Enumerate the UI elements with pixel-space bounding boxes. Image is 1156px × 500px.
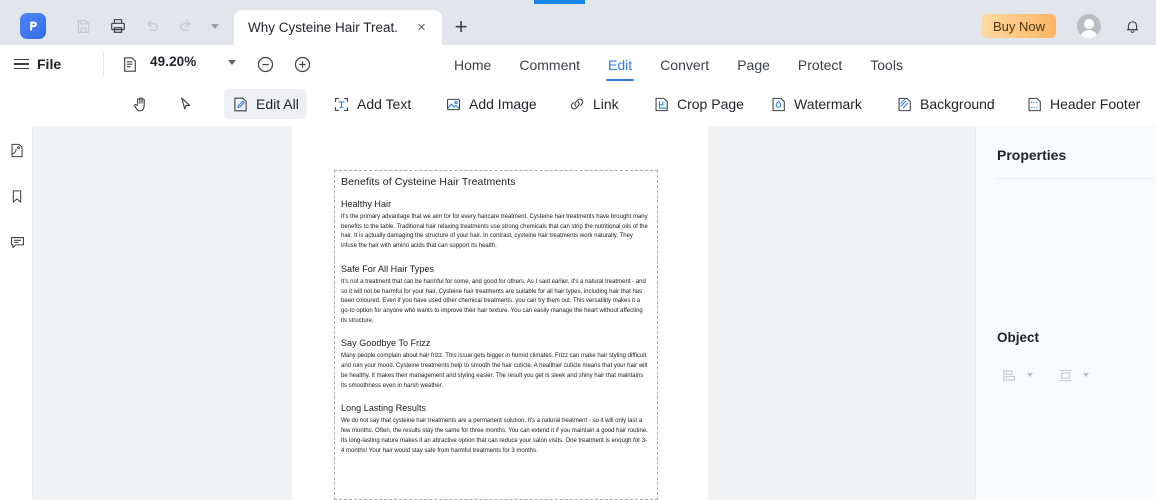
tab-convert-label: Convert bbox=[660, 57, 710, 73]
ribbon-tabs: Home Comment Edit Convert Page Protect T… bbox=[440, 52, 917, 81]
add-text-label: Add Text bbox=[357, 96, 412, 112]
tab-protect-label: Protect bbox=[797, 57, 843, 73]
edit-all-icon bbox=[232, 96, 249, 113]
add-text-button[interactable]: Add Text bbox=[325, 89, 419, 119]
watermark-icon bbox=[770, 96, 787, 113]
notification-bell-icon[interactable] bbox=[1120, 14, 1144, 38]
link-label: Link bbox=[593, 96, 619, 112]
pdf-editor-window: Why Cysteine Hair Treat... × + Buy Now F… bbox=[0, 0, 1156, 500]
watermark-button[interactable]: Watermark bbox=[762, 89, 870, 119]
left-rail bbox=[0, 126, 33, 500]
distribute-objects-icon[interactable] bbox=[1052, 364, 1078, 386]
undo-icon[interactable] bbox=[141, 15, 163, 37]
panel-divider bbox=[997, 178, 1156, 179]
section-body: It's not a treatment that can be harmful… bbox=[341, 278, 646, 324]
new-tab-button[interactable]: + bbox=[450, 16, 472, 38]
section-heading: Long Lasting Results bbox=[341, 403, 427, 414]
workspace: Benefits of Cysteine Hair Treatments Hea… bbox=[0, 126, 1156, 500]
tab-page[interactable]: Page bbox=[723, 52, 784, 78]
close-icon[interactable]: × bbox=[414, 20, 429, 35]
document-tab[interactable]: Why Cysteine Hair Treat... × bbox=[234, 10, 442, 45]
zoom-level-value[interactable]: 49.20% bbox=[150, 54, 196, 69]
select-tool-button[interactable] bbox=[170, 89, 201, 119]
tab-convert[interactable]: Convert bbox=[646, 52, 723, 78]
object-section-label: Object bbox=[997, 330, 1040, 345]
zoom-in-button[interactable] bbox=[292, 54, 313, 75]
crop-page-icon bbox=[653, 96, 670, 113]
zoom-dropdown-caret-icon[interactable] bbox=[228, 60, 236, 65]
edit-all-button[interactable]: Edit All bbox=[224, 89, 307, 119]
chevron-down-icon[interactable] bbox=[204, 15, 226, 37]
comment-icon[interactable] bbox=[6, 231, 28, 253]
section-body: It's the primary advantage that we aim f… bbox=[341, 214, 648, 250]
object-tools-row bbox=[996, 364, 1103, 386]
section-heading: Safe For All Hair Types bbox=[341, 263, 435, 274]
distribute-dropdown-caret-icon[interactable] bbox=[1083, 373, 1089, 377]
crop-page-label: Crop Page bbox=[677, 96, 744, 112]
pdf-page[interactable]: Benefits of Cysteine Hair Treatments Hea… bbox=[292, 126, 708, 500]
section-body: We do not say that cysteine hair treatme… bbox=[341, 418, 648, 454]
document-title: Benefits of Cysteine Hair Treatments bbox=[341, 176, 516, 188]
background-label: Background bbox=[920, 96, 995, 112]
edit-toolbar: Edit All Add Text Add Image Link Crop Pa… bbox=[0, 83, 1156, 199]
tab-edit[interactable]: Edit bbox=[594, 52, 646, 81]
background-button[interactable]: Background bbox=[888, 89, 1003, 119]
tab-comment-label: Comment bbox=[519, 57, 581, 73]
add-image-button[interactable]: Add Image bbox=[437, 89, 545, 119]
edit-all-label: Edit All bbox=[256, 96, 299, 112]
properties-panel: Properties Object bbox=[975, 126, 1156, 500]
properties-panel-title: Properties bbox=[997, 147, 1067, 163]
title-bar: Why Cysteine Hair Treat... × + Buy Now bbox=[0, 4, 1156, 45]
hamburger-icon bbox=[14, 58, 29, 70]
editable-text-block[interactable]: Benefits of Cysteine Hair Treatments Hea… bbox=[334, 170, 658, 500]
print-icon[interactable] bbox=[107, 15, 129, 37]
file-menu-button[interactable]: File bbox=[14, 54, 61, 74]
zoom-out-button[interactable] bbox=[255, 54, 276, 75]
section-heading: Healthy Hair bbox=[341, 199, 392, 209]
tab-comment[interactable]: Comment bbox=[505, 52, 594, 78]
link-icon bbox=[568, 95, 586, 113]
add-image-icon bbox=[445, 96, 462, 113]
background-icon bbox=[896, 96, 913, 113]
hand-tool-button[interactable] bbox=[125, 89, 156, 119]
user-avatar-icon[interactable] bbox=[1077, 14, 1101, 38]
align-dropdown-caret-icon[interactable] bbox=[1027, 373, 1033, 377]
tab-protect[interactable]: Protect bbox=[784, 52, 856, 78]
document-canvas[interactable]: Benefits of Cysteine Hair Treatments Hea… bbox=[34, 126, 975, 500]
tab-page-label: Page bbox=[737, 57, 770, 73]
select-cursor-icon bbox=[176, 95, 195, 114]
add-image-label: Add Image bbox=[469, 96, 537, 112]
link-button[interactable]: Link bbox=[560, 89, 627, 119]
header-footer-button[interactable]: Header Footer bbox=[1018, 89, 1148, 119]
tab-tools[interactable]: Tools bbox=[856, 52, 917, 78]
tab-home-label: Home bbox=[454, 57, 492, 73]
save-icon[interactable] bbox=[72, 15, 94, 37]
crop-page-button[interactable]: Crop Page bbox=[645, 89, 752, 119]
redo-icon[interactable] bbox=[175, 15, 197, 37]
header-footer-label: Header Footer bbox=[1050, 96, 1141, 112]
section-heading: Say Goodbye To Frizz bbox=[341, 338, 431, 349]
add-text-icon bbox=[333, 96, 350, 113]
watermark-label: Watermark bbox=[794, 96, 862, 112]
menu-divider bbox=[103, 52, 104, 76]
section-body: Many people complain about hair frizz. T… bbox=[341, 353, 648, 389]
tab-edit-label: Edit bbox=[608, 57, 633, 73]
file-menu-label: File bbox=[37, 56, 62, 72]
pdf-app-logo-icon bbox=[20, 13, 46, 39]
tab-tools-label: Tools bbox=[870, 57, 903, 73]
align-objects-icon[interactable] bbox=[996, 364, 1022, 386]
thumbnail-icon[interactable] bbox=[6, 139, 28, 161]
tab-home[interactable]: Home bbox=[440, 52, 505, 78]
page-layout-icon[interactable] bbox=[120, 53, 140, 75]
document-tab-title: Why Cysteine Hair Treat... bbox=[248, 20, 398, 35]
bookmark-icon[interactable] bbox=[6, 185, 28, 207]
hand-tool-icon bbox=[131, 95, 150, 114]
header-footer-icon bbox=[1026, 96, 1043, 113]
buy-now-button[interactable]: Buy Now bbox=[981, 14, 1056, 38]
